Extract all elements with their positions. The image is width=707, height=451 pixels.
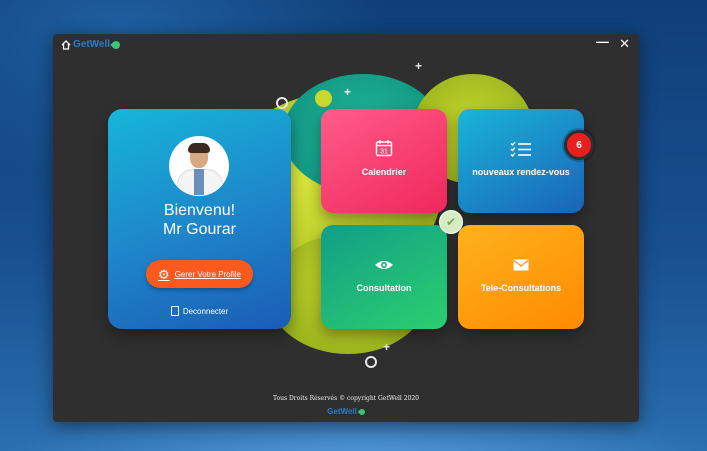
tile-calendar[interactable]: 31 Calendrier [321, 109, 447, 213]
calendar-icon: 31 [321, 139, 447, 157]
eye-icon [321, 259, 447, 271]
leaf-icon [357, 407, 367, 416]
user-name: Mr Gourar [163, 221, 236, 238]
decorative-plus: + [383, 340, 391, 354]
footer-brand: GetWell [327, 407, 357, 416]
logout-button[interactable]: Deconnecter [108, 306, 291, 316]
avatar [169, 136, 229, 196]
envelope-icon [458, 259, 584, 271]
tile-calendar-label: Calendrier [361, 167, 407, 177]
minimize-button[interactable]: — [596, 35, 609, 49]
home-icon [61, 39, 71, 50]
gear-icon: ⚙ [158, 266, 170, 282]
decorative-circle [365, 356, 377, 368]
tile-appointments-label: nouveaux rendez-vous [472, 167, 570, 177]
manage-profile-button[interactable]: ⚙ Gerer Votre Profile [146, 260, 253, 288]
leaf-icon [110, 38, 122, 51]
welcome-text: Bienvenu! Mr Gourar [108, 201, 291, 239]
footer-logo: GetWell [53, 407, 639, 416]
app-brand: GetWell [73, 39, 111, 50]
decorative-plus: + [415, 59, 423, 73]
footer-copyright: Tous Droits Réservés © copyright GetWell… [272, 395, 420, 402]
profile-card: Bienvenu! Mr Gourar ⚙ Gerer Votre Profil… [108, 109, 291, 329]
tile-teleconsultations-label: Tele-Consultations [480, 283, 562, 293]
app-logo: GetWell [61, 38, 122, 51]
greeting: Bienvenu! [163, 202, 236, 219]
check-icon: ✔ [439, 210, 463, 234]
decorative-dot [315, 90, 332, 107]
decorative-plus: + [344, 85, 352, 99]
manage-profile-label: Gerer Votre Profile [174, 269, 241, 279]
tile-appointments[interactable]: nouveaux rendez-vous [458, 109, 584, 213]
tile-consultation[interactable]: Consultation [321, 225, 447, 329]
logout-label: Deconnecter [182, 306, 229, 316]
app-window: GetWell — ✕ + + + Bienvenu! Mr Gourar ⚙ … [53, 34, 639, 422]
logout-icon [170, 306, 179, 316]
notification-badge[interactable]: 6 [564, 130, 594, 160]
close-button[interactable]: ✕ [619, 37, 630, 51]
decorative-circle [276, 97, 288, 109]
tile-teleconsultations[interactable]: Tele-Consultations [458, 225, 584, 329]
calendar-icon-day: 31 [380, 149, 388, 156]
tile-consultation-label: Consultation [356, 283, 412, 293]
title-bar: GetWell — ✕ [53, 34, 639, 56]
